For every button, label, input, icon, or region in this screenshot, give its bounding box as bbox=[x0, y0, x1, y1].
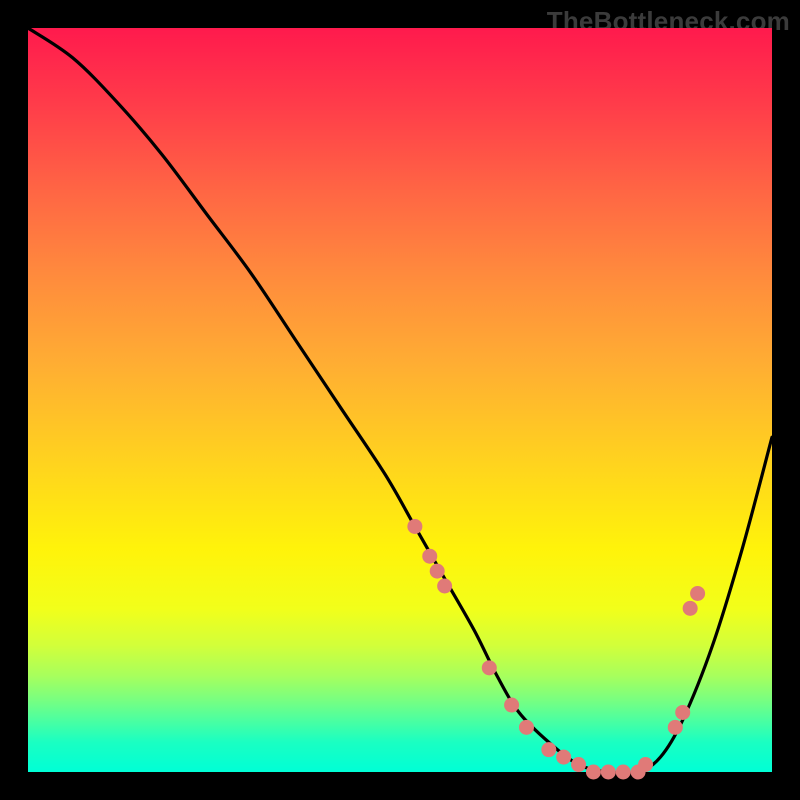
data-point bbox=[422, 549, 437, 564]
bottleneck-curve-svg bbox=[28, 28, 772, 772]
data-point bbox=[541, 742, 556, 757]
chart-frame: TheBottleneck.com bbox=[0, 0, 800, 800]
data-point bbox=[668, 720, 683, 735]
data-point bbox=[571, 757, 586, 772]
data-point bbox=[690, 586, 705, 601]
data-point bbox=[638, 757, 653, 772]
data-point bbox=[430, 564, 445, 579]
data-point bbox=[601, 765, 616, 780]
data-point bbox=[683, 601, 698, 616]
data-point bbox=[586, 765, 601, 780]
data-point bbox=[519, 720, 534, 735]
plot-area bbox=[28, 28, 772, 772]
data-point bbox=[616, 765, 631, 780]
data-point bbox=[407, 519, 422, 534]
data-point bbox=[482, 660, 497, 675]
data-points bbox=[407, 519, 705, 780]
bottleneck-curve bbox=[28, 28, 772, 773]
data-point bbox=[437, 579, 452, 594]
data-point bbox=[675, 705, 690, 720]
data-point bbox=[504, 698, 519, 713]
data-point bbox=[556, 750, 571, 765]
